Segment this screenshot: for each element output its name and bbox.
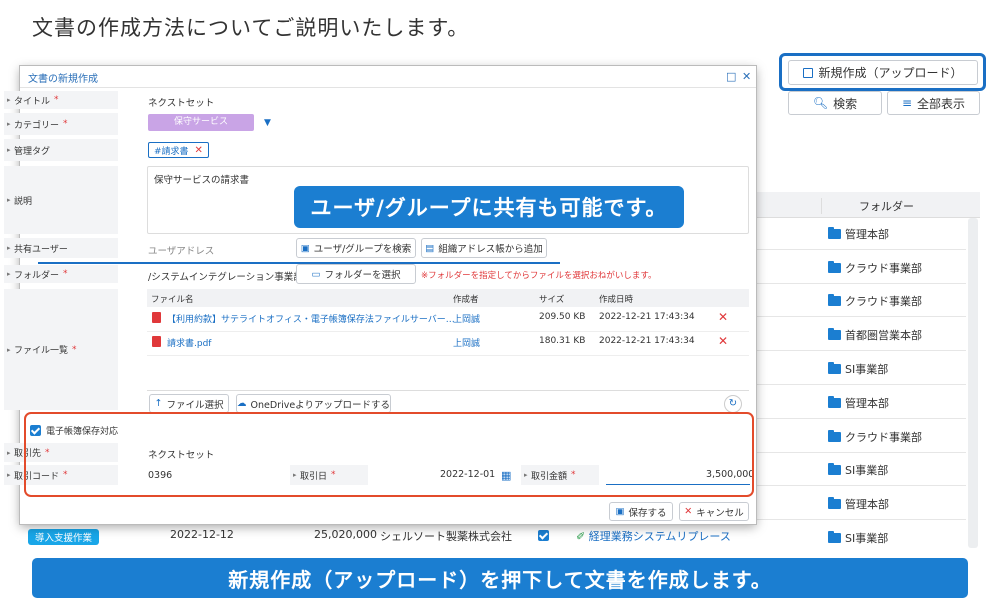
row-company: シェルソート製薬株式会社 xyxy=(380,530,512,543)
list-icon: ≡ xyxy=(901,96,913,110)
folder-icon xyxy=(828,497,841,509)
title-value[interactable]: ネクストセット xyxy=(148,95,214,109)
share-users-label: 共有ユーザー xyxy=(4,238,118,258)
close-icon[interactable]: ✕ xyxy=(742,70,751,83)
cloud-icon: ☁ xyxy=(237,398,247,409)
book-icon: ▤ xyxy=(425,242,435,254)
category-badge: 導入支援作業 xyxy=(28,529,100,545)
file-row[interactable]: 【利用約款】サテライトオフィス・電子帳簿保存法ファイルサーバー… 上岡誠 209… xyxy=(147,308,749,332)
row-divider xyxy=(756,283,966,284)
edit-icon: ✐ xyxy=(576,530,586,543)
row-divider xyxy=(756,384,966,385)
page-heading: 文書の作成方法についてご説明いたします。 xyxy=(32,16,470,40)
folder-cell[interactable]: 管理本部 xyxy=(828,395,889,411)
share-users-input[interactable]: ユーザアドレス xyxy=(148,243,214,257)
tag-label: 管理タグ xyxy=(4,139,118,161)
folder-icon xyxy=(828,328,841,340)
folder-icon xyxy=(828,396,841,408)
folder-icon xyxy=(828,463,841,475)
file-select-button[interactable]: ↑ ファイル選択 xyxy=(149,394,229,413)
folder-label: フォルダー* xyxy=(4,265,118,283)
folder-icon: ▭ xyxy=(311,268,321,280)
description-label: 説明 xyxy=(4,166,118,234)
folder-icon xyxy=(828,294,841,306)
search-label: 検索 xyxy=(833,96,858,111)
address-book-button[interactable]: ▤ 組織アドレス帳から追加 xyxy=(421,238,547,258)
folder-cell[interactable]: SI事業部 xyxy=(828,530,888,546)
folder-cell[interactable]: 管理本部 xyxy=(828,226,889,242)
row-flow-link[interactable]: ✐ 経理業務システムリプレース xyxy=(576,528,731,544)
row-divider xyxy=(756,485,966,486)
folder-icon xyxy=(828,531,841,543)
file-row[interactable]: 請求書.pdf 上岡誠 180.31 KB 2022-12-21 17:43:3… xyxy=(147,332,749,356)
save-icon: ▣ xyxy=(615,506,625,517)
new-upload-label: 新規作成（アップロード） xyxy=(818,66,963,80)
folder-icon xyxy=(828,261,841,273)
folder-column-header: フォルダー xyxy=(756,192,980,218)
category-select[interactable]: 保守サービス xyxy=(148,114,254,131)
onedrive-upload-button[interactable]: ☁ OneDriveよりアップロードする xyxy=(236,394,391,413)
pdf-icon xyxy=(152,312,161,323)
folder-icon xyxy=(828,430,841,442)
file-list-label: ファイル一覧* xyxy=(4,289,118,410)
search-icon: 🔍︎ xyxy=(812,96,829,110)
delete-file-icon[interactable]: ✕ xyxy=(718,334,728,348)
tag-chip[interactable]: #請求書 ✕ xyxy=(148,142,209,158)
modal-title: 文書の新規作成 xyxy=(20,66,756,88)
row-date: 2022-12-12 xyxy=(170,528,234,541)
cancel-button[interactable]: ✕ キャンセル xyxy=(679,502,749,521)
search-users-button[interactable]: ▣ ユーザ/グループを検索 xyxy=(296,238,416,258)
folder-cell[interactable]: 首都圏営業本部 xyxy=(828,327,922,343)
row-amount: 25,020,000 xyxy=(314,528,377,541)
checkbox-icon xyxy=(538,530,549,541)
row-divider xyxy=(756,418,966,419)
save-button[interactable]: ▣ 保存する xyxy=(609,502,673,521)
row-checkbox[interactable] xyxy=(538,530,549,544)
row-divider xyxy=(756,350,966,351)
new-upload-button[interactable]: 新規作成（アップロード） xyxy=(788,60,978,85)
scrollbar[interactable] xyxy=(968,218,978,548)
share-callout: ユーザ/グループに共有も可能です。 xyxy=(294,186,684,228)
delete-file-icon[interactable]: ✕ xyxy=(718,310,728,324)
file-area-divider xyxy=(147,390,749,391)
title-label: タイトル* xyxy=(4,91,118,109)
folder-path: /システムインテグレーション事業部 xyxy=(148,272,303,283)
show-all-button[interactable]: ≡ 全部表示 xyxy=(887,91,980,115)
ebook-highlight xyxy=(24,412,754,497)
folder-cell[interactable]: 管理本部 xyxy=(828,496,889,512)
close-icon: ✕ xyxy=(684,506,693,517)
instruction-banner: 新規作成（アップロード）を押下して文書を作成します。 xyxy=(32,558,968,598)
file-table-header: ファイル名 作成者 サイズ 作成日時 xyxy=(147,289,749,307)
select-folder-button[interactable]: ▭ フォルダーを選択 xyxy=(296,264,416,284)
folder-cell[interactable]: クラウド事業部 xyxy=(828,429,922,445)
edit-icon xyxy=(803,67,814,78)
folder-cell[interactable]: クラウド事業部 xyxy=(828,260,922,276)
row-divider xyxy=(756,249,966,250)
folder-note: ※フォルダーを指定してからファイルを選択おねがいします。 xyxy=(421,271,657,281)
upload-icon: ↑ xyxy=(154,398,163,409)
folder-icon xyxy=(828,362,841,374)
folder-icon xyxy=(828,227,841,239)
maximize-icon[interactable]: □ xyxy=(726,70,736,83)
show-all-label: 全部表示 xyxy=(917,96,966,111)
category-label: カテゴリー* xyxy=(4,113,118,135)
folder-cell[interactable]: SI事業部 xyxy=(828,462,888,478)
pdf-icon xyxy=(152,336,161,347)
refresh-icon[interactable]: ↻ xyxy=(724,395,742,413)
search-button[interactable]: 🔍︎ 検索 xyxy=(788,91,882,115)
row-divider xyxy=(756,452,966,453)
remove-tag-icon[interactable]: ✕ xyxy=(195,145,203,156)
chevron-down-icon[interactable]: ▼ xyxy=(264,118,271,128)
row-divider xyxy=(756,519,966,520)
folder-cell[interactable]: クラウド事業部 xyxy=(828,293,922,309)
row-divider xyxy=(756,316,966,317)
user-icon: ▣ xyxy=(300,242,310,254)
folder-cell[interactable]: SI事業部 xyxy=(828,361,888,377)
